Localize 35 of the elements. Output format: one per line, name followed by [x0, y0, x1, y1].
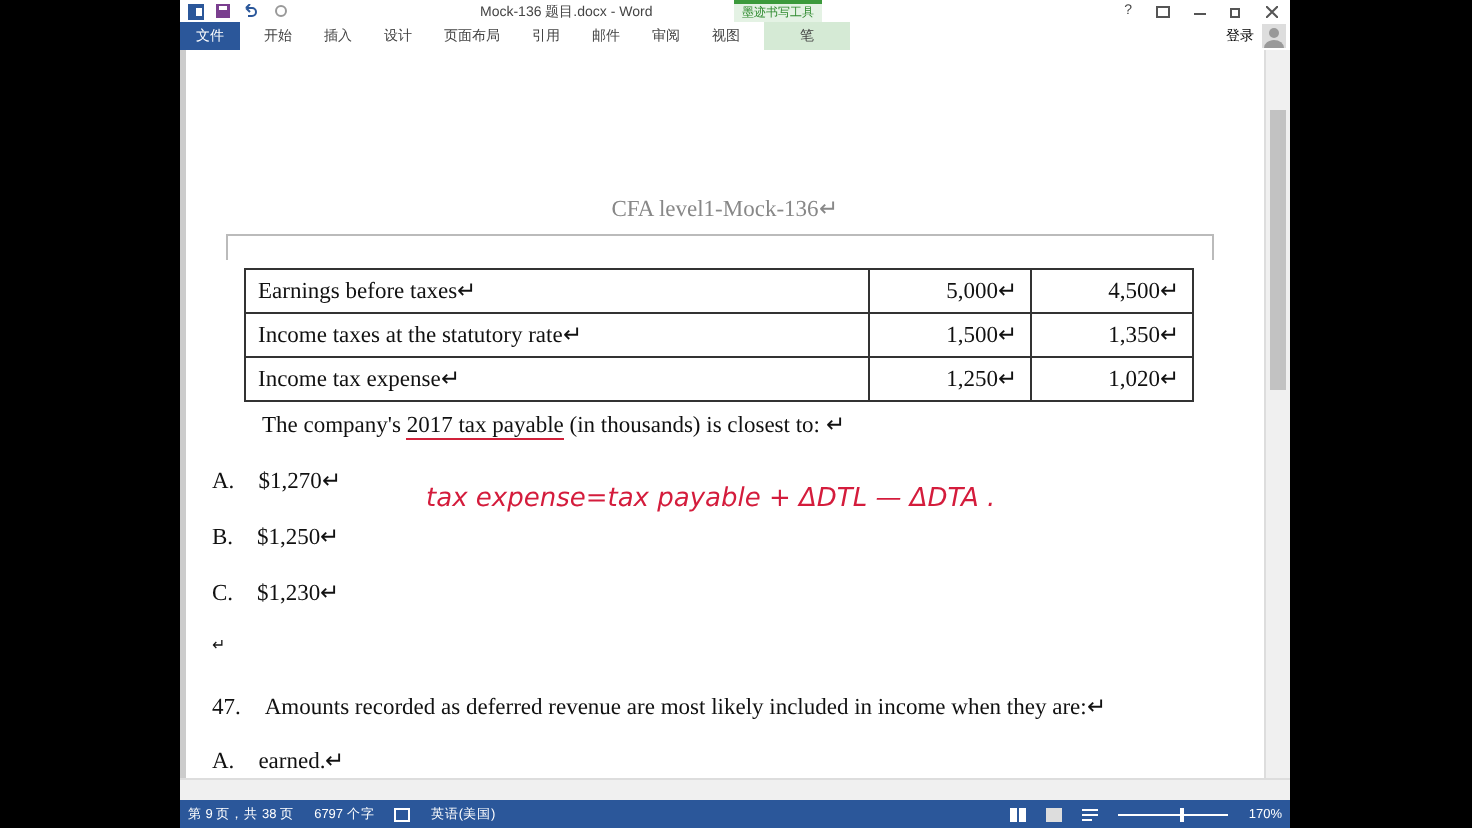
ribbon-display-icon[interactable] — [1156, 5, 1170, 17]
option-letter: A. — [212, 470, 235, 495]
option-text: earned.↵ — [258, 748, 346, 775]
table-cell: 5,000↵ — [869, 268, 1031, 313]
paragraph-mark: ↵ — [212, 636, 226, 655]
option-letter: C. — [212, 581, 234, 606]
question-text: Amounts recorded as deferred revenue are most likely included in income when they are:↵ — [264, 693, 1107, 720]
question-number: 47. — [212, 695, 241, 720]
vertical-scrollbar[interactable] — [1264, 50, 1290, 778]
undo-icon[interactable] — [242, 4, 258, 18]
restore-icon[interactable] — [1230, 5, 1242, 17]
read-mode-icon[interactable] — [1010, 807, 1027, 821]
print-layout-icon[interactable] — [1046, 807, 1063, 821]
table-cell: 1,020↵ — [1031, 356, 1193, 401]
table-cell: 1,500↵ — [869, 312, 1031, 357]
horizontal-scrollbar[interactable] — [180, 778, 1290, 800]
close-icon[interactable] — [1266, 5, 1278, 17]
proofing-icon[interactable] — [394, 807, 411, 821]
handwritten-annotation: tax expense=tax payable + ΔDTL — ΔDTA . — [426, 484, 996, 514]
table-cell: 4,500↵ — [1031, 268, 1193, 313]
zoom-slider-thumb[interactable] — [1179, 807, 1184, 821]
question-text: The company's 2017 tax payable (in thousands) is closest to: ↵ — [262, 411, 848, 441]
web-layout-icon[interactable] — [1082, 807, 1099, 821]
table-cell: 1,350↵ — [1031, 312, 1193, 357]
save-icon[interactable] — [216, 4, 230, 18]
option-text: $1,250↵ — [257, 523, 341, 550]
option-text: $1,270↵ — [258, 468, 342, 495]
table-cell: Earnings before taxes↵ — [245, 268, 869, 313]
table-cell: Income tax expense↵ — [245, 356, 869, 401]
table-cell: Income taxes at the statutory rate↵ — [245, 312, 869, 357]
page-header: CFA level1-Mock-136↵ — [609, 196, 841, 222]
option-letter: A. — [212, 750, 235, 775]
option-text: $1,230↵ — [257, 579, 341, 606]
option-letter: B. — [212, 525, 234, 550]
table-cell: 1,250↵ — [869, 356, 1031, 401]
